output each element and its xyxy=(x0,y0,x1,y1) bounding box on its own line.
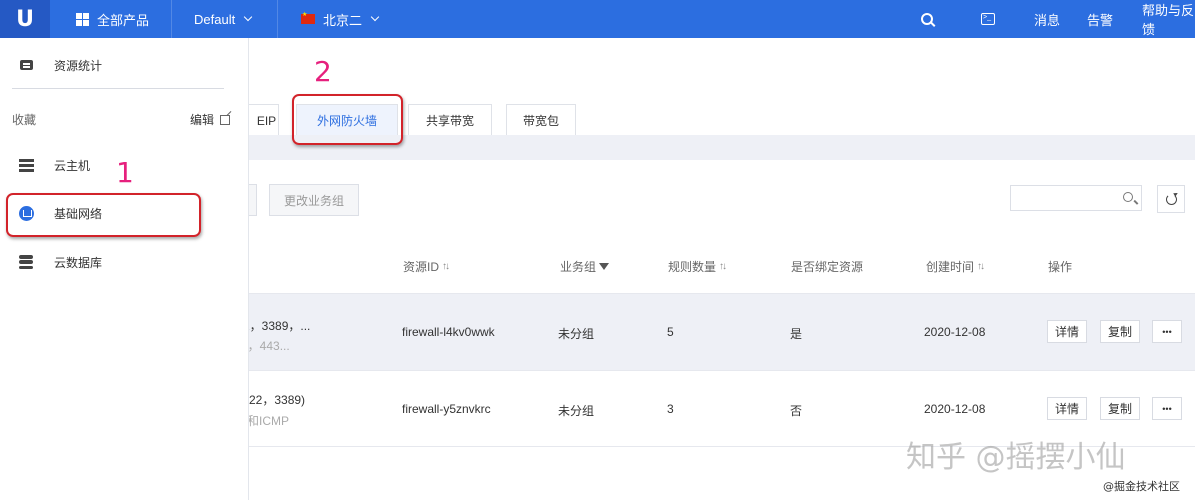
brand-logo[interactable]: U xyxy=(0,0,50,38)
rules-summary: (22，3389) xyxy=(245,393,306,407)
rule-count-value: 5 xyxy=(667,325,674,339)
refresh-button[interactable] xyxy=(1157,185,1185,213)
header-label: 创建时间 xyxy=(926,260,975,274)
grid-icon xyxy=(76,12,89,26)
sidebar-item-label: 云主机 xyxy=(54,158,91,173)
col-header-group[interactable]: 业务组 xyxy=(560,258,610,275)
chevron-down-icon xyxy=(370,12,380,22)
sidebar-item-cloud-database[interactable]: 云数据库 xyxy=(0,242,249,282)
rules-summary-extra: 和ICMP xyxy=(247,414,290,428)
divider xyxy=(12,88,224,89)
col-header-created[interactable]: 创建时间 ↑↓ xyxy=(926,258,985,275)
all-products-menu[interactable]: 全部产品 xyxy=(76,0,149,38)
project-label: Default xyxy=(194,11,236,27)
col-header-rule-count[interactable]: 规则数量 ↑↓ xyxy=(668,258,727,275)
sort-icon: ↑↓ xyxy=(442,261,450,272)
tab-label: 带宽包 xyxy=(522,114,559,128)
details-button[interactable]: 详情 xyxy=(1047,320,1087,343)
table-row: 2，3389，... 0，443... firewall-l4kv0wwk 未分… xyxy=(241,293,1195,370)
sort-icon: ↑↓ xyxy=(977,261,985,272)
chat-icon xyxy=(18,57,34,73)
annotation-highlight xyxy=(6,193,201,237)
filter-icon xyxy=(599,263,610,270)
product-sidebar: 资源统计 收藏 编辑 云主机 基础网络 云数据库 xyxy=(0,38,249,500)
help-link[interactable]: 帮助与反馈 xyxy=(1142,0,1195,38)
sidebar-item-label: 资源统计 xyxy=(54,58,103,73)
bound-value: 是 xyxy=(790,327,803,341)
tab-bandwidth-package[interactable]: 带宽包 xyxy=(506,104,576,136)
header-label: 操作 xyxy=(1048,260,1073,274)
tab-label: EIP xyxy=(256,113,277,128)
details-button[interactable]: 详情 xyxy=(1047,397,1087,420)
created-value: 2020-12-08 xyxy=(924,325,986,339)
header-label: 规则数量 xyxy=(668,260,717,274)
col-header-bound: 是否绑定资源 xyxy=(791,258,863,275)
rules-summary: 2，3389，... xyxy=(243,319,311,333)
group-value: 未分组 xyxy=(558,327,595,341)
china-flag-icon xyxy=(301,11,315,24)
region-selector[interactable]: 北京二 xyxy=(301,0,380,38)
edit-favorites-button[interactable]: 编辑 xyxy=(190,111,231,128)
sidebar-item-resource-stats[interactable]: 资源统计 xyxy=(0,45,249,85)
search-input[interactable] xyxy=(1010,185,1142,211)
watermark: @掘金技术社区 xyxy=(1103,478,1180,494)
watermark: 知乎 @摇摆小仙 xyxy=(906,440,1126,475)
region-label: 北京二 xyxy=(323,12,363,28)
alerts-link[interactable]: 告警 xyxy=(1087,0,1113,38)
console-button[interactable]: >_ xyxy=(981,0,995,38)
resource-id[interactable]: firewall-l4kv0wwk xyxy=(402,325,495,339)
terminal-icon: >_ xyxy=(981,13,995,25)
annotation-number: 1 xyxy=(116,156,134,189)
copy-button[interactable]: 复制 xyxy=(1100,320,1140,343)
sort-icon: ↑↓ xyxy=(719,261,727,272)
divider xyxy=(277,0,278,38)
more-button[interactable]: ••• xyxy=(1152,320,1182,343)
search-button[interactable] xyxy=(921,0,933,38)
resource-id[interactable]: firewall-y5znvkrc xyxy=(402,402,491,416)
top-navigation-bar: U 全部产品 Default 北京二 >_ 消息 告警 帮助与反馈 xyxy=(0,0,1195,38)
header-label: 资源ID xyxy=(403,260,440,274)
copy-button[interactable]: 复制 xyxy=(1100,397,1140,420)
divider xyxy=(171,0,172,38)
tab-shared-bandwidth[interactable]: 共享带宽 xyxy=(408,104,492,136)
sidebar-item-label: 云数据库 xyxy=(54,255,103,270)
annotation-number: 2 xyxy=(314,55,332,88)
header-label: 业务组 xyxy=(560,260,597,274)
annotation-highlight xyxy=(292,94,403,145)
col-header-actions: 操作 xyxy=(1048,258,1072,275)
edit-label: 编辑 xyxy=(190,113,215,127)
edit-icon xyxy=(220,114,231,125)
rule-count-value: 3 xyxy=(667,402,674,416)
header-label: 是否绑定资源 xyxy=(791,260,864,274)
tab-label: 共享带宽 xyxy=(425,114,474,128)
col-header-resource-id[interactable]: 资源ID ↑↓ xyxy=(403,258,450,275)
chevron-down-icon xyxy=(243,12,253,22)
bound-value: 否 xyxy=(790,404,803,418)
server-icon xyxy=(18,157,34,173)
all-products-label: 全部产品 xyxy=(97,12,150,28)
messages-link[interactable]: 消息 xyxy=(1034,0,1060,38)
favorites-heading: 收藏 xyxy=(12,113,37,127)
search-icon xyxy=(1123,192,1133,202)
database-icon xyxy=(18,254,34,270)
more-button[interactable]: ••• xyxy=(1152,397,1182,420)
search-icon xyxy=(921,13,933,25)
project-selector[interactable]: Default xyxy=(194,0,253,38)
group-value: 未分组 xyxy=(558,404,595,418)
change-group-button[interactable]: 更改业务组 xyxy=(269,184,359,216)
created-value: 2020-12-08 xyxy=(924,402,986,416)
refresh-icon xyxy=(1165,193,1177,205)
